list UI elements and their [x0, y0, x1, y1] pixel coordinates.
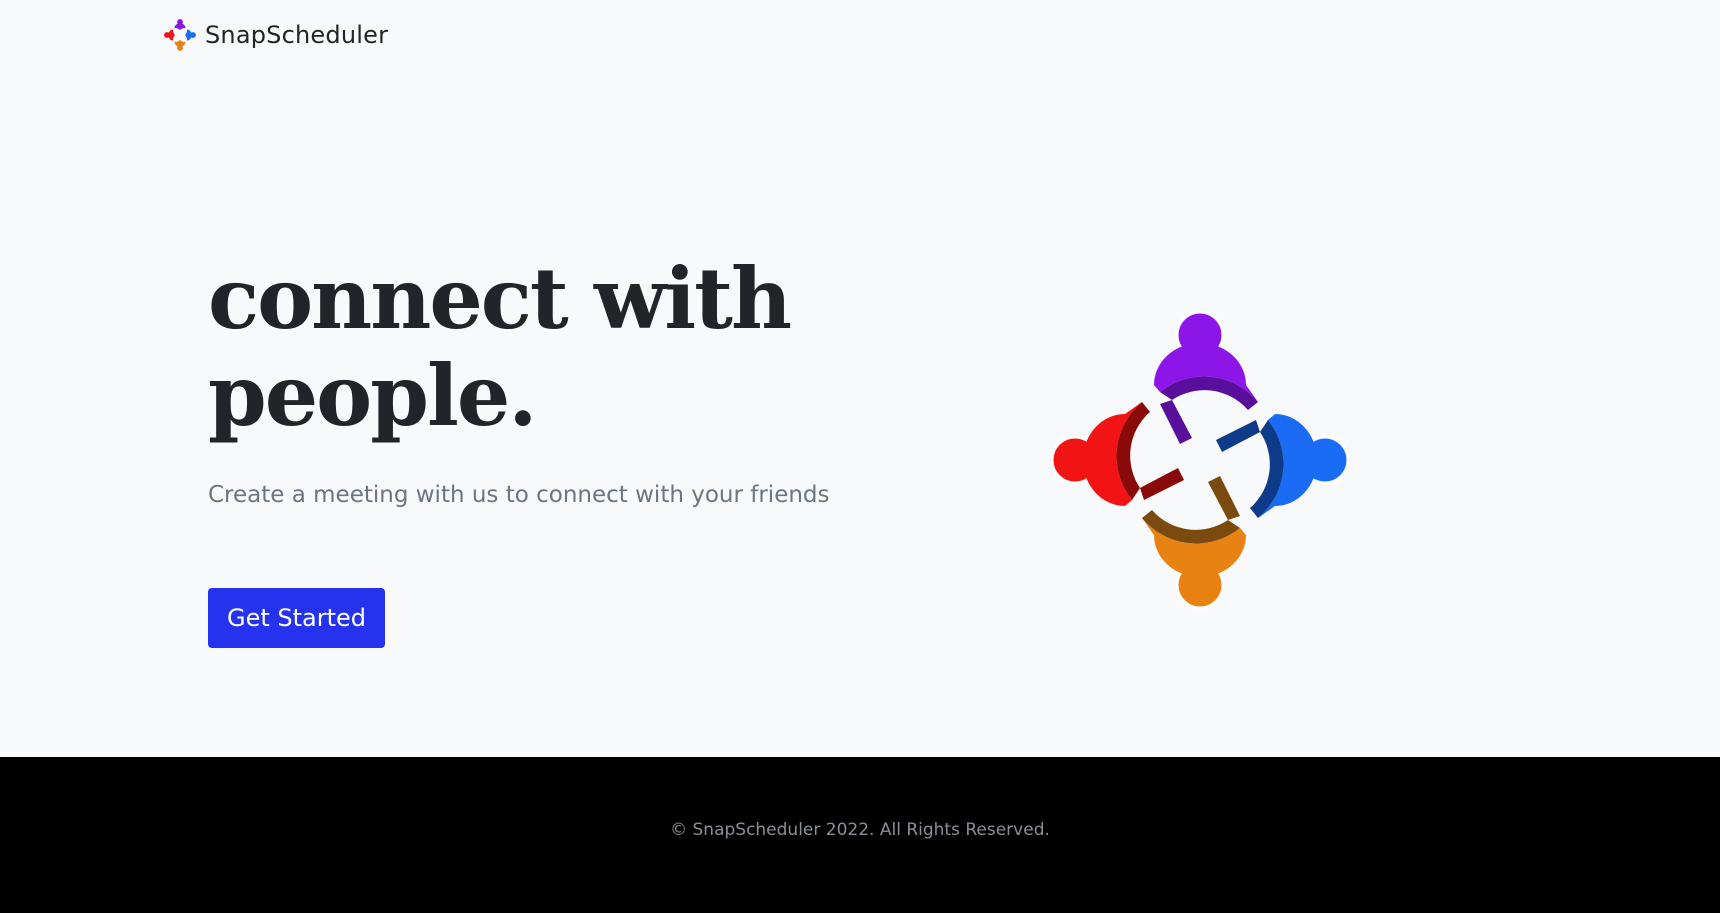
footer: © SnapScheduler 2022. All Rights Reserve… [0, 757, 1720, 913]
hero-subtitle: Create a meeting with us to connect with… [208, 482, 830, 508]
people-circle-logo-icon [164, 19, 196, 51]
hero-heading-block: connect with people. [208, 250, 908, 444]
four-people-circle-illustration [1050, 310, 1350, 610]
brand-link[interactable]: SnapScheduler [161, 14, 388, 56]
get-started-button[interactable]: Get Started [208, 588, 385, 648]
brand-name: SnapScheduler [205, 21, 389, 49]
navbar: SnapScheduler [0, 0, 1720, 70]
hero-title-line-1: connect with [208, 249, 792, 348]
hero-title: connect with people. [208, 250, 908, 444]
footer-copyright: © SnapScheduler 2022. All Rights Reserve… [670, 820, 1050, 840]
hero-title-line-2: people. [208, 346, 538, 445]
